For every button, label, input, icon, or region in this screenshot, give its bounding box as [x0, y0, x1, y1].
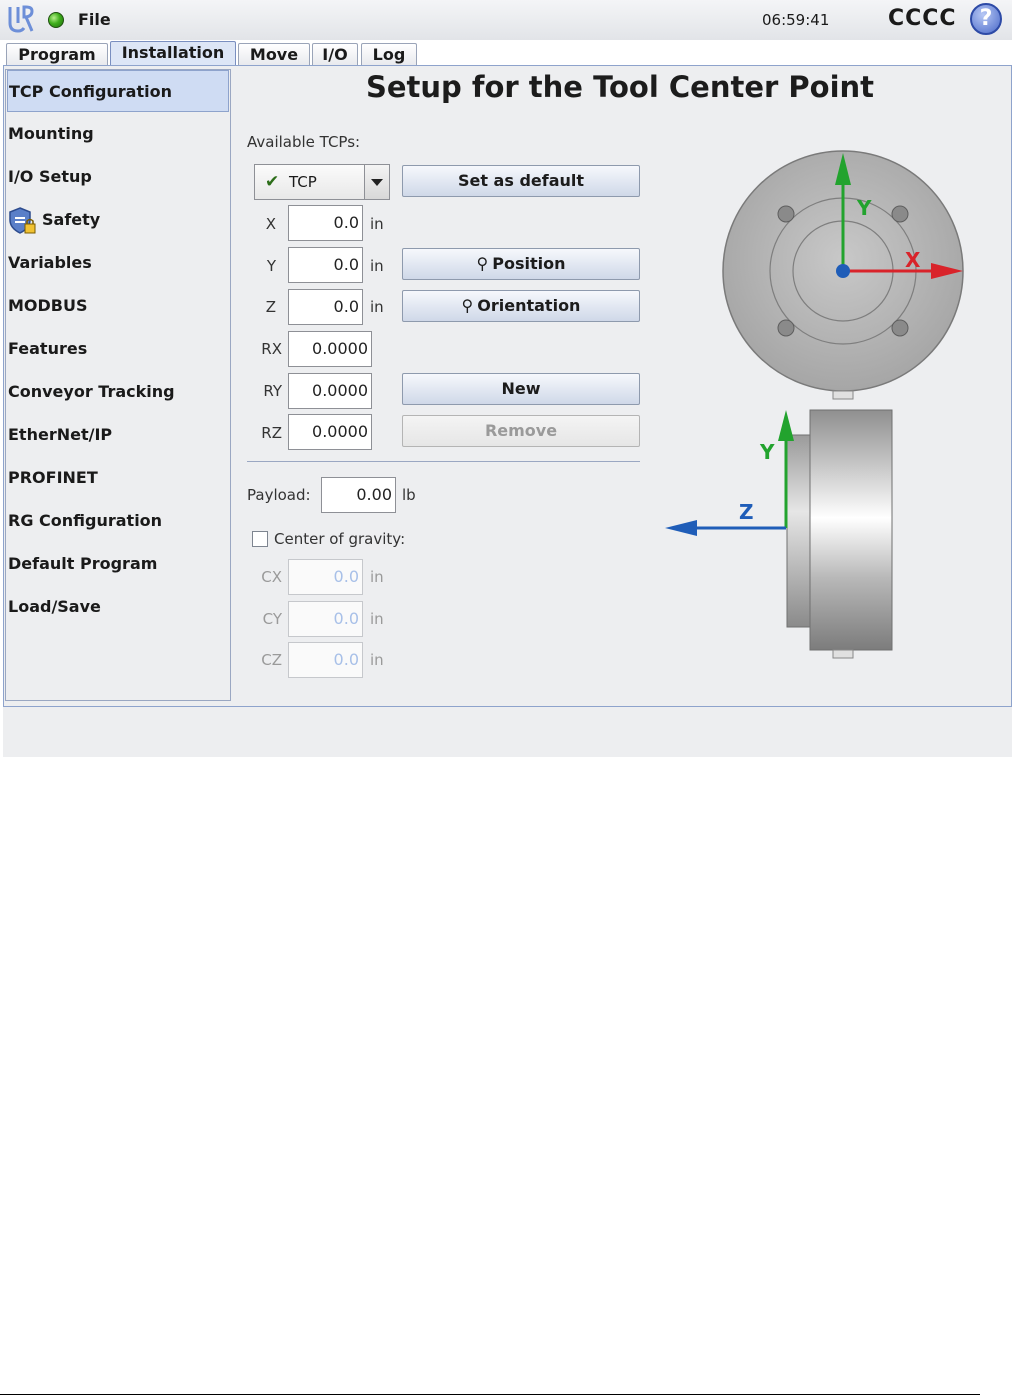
payload-input[interactable]: 0.00 [321, 477, 396, 513]
orientation-button-label: Orientation [477, 296, 581, 315]
clock: 06:59:41 [762, 11, 830, 29]
file-menu[interactable]: File [78, 10, 111, 29]
sidebar-item-load-save[interactable]: Load/Save [7, 586, 229, 628]
tcp-z-input[interactable]: 0.0 [288, 289, 363, 325]
sidebar-item-conveyor-tracking[interactable]: Conveyor Tracking [7, 371, 229, 413]
remove-tcp-button[interactable]: Remove [402, 415, 640, 447]
tab-log[interactable]: Log [361, 43, 417, 67]
tab-io[interactable]: I/O [312, 43, 358, 67]
installation-sidebar: TCP Configuration Mounting I/O Setup Saf… [5, 69, 231, 701]
cx-label: CX [261, 568, 282, 586]
sidebar-item-label: Mounting [8, 124, 94, 143]
center-of-gravity-label: Center of gravity: [274, 530, 406, 548]
tcp-dropdown-value: TCP [289, 173, 317, 191]
axis-y-side-label: Y [759, 440, 775, 464]
check-icon: ✔ [265, 172, 280, 192]
sidebar-item-label: Variables [8, 253, 92, 272]
tcp-x-input[interactable]: 0.0 [288, 205, 363, 241]
z-label: Z [265, 298, 276, 316]
cz-label: CZ [261, 651, 282, 669]
tab-program[interactable]: Program [6, 43, 108, 67]
tcp-rx-input[interactable]: 0.0000 [288, 331, 372, 367]
new-tcp-button[interactable]: New [402, 373, 640, 405]
axis-x-label: X [905, 248, 921, 272]
shield-lock-icon [9, 206, 36, 234]
rx-label: RX [261, 340, 282, 358]
axis-y-front-label: Y [856, 196, 872, 220]
cz-unit: in [370, 651, 384, 669]
chevron-down-icon[interactable] [364, 165, 389, 199]
y-unit: in [370, 257, 384, 275]
page-rule [0, 1394, 980, 1395]
sidebar-item-label: PROFINET [8, 468, 98, 487]
available-tcps-label: Available TCPs: [247, 133, 361, 151]
rz-label: RZ [261, 424, 282, 442]
position-button-label: Position [492, 254, 566, 273]
sidebar-item-safety[interactable]: Safety [7, 199, 229, 241]
magic-wand-icon: ⚲ [461, 296, 474, 315]
sidebar-item-label: RG Configuration [8, 511, 163, 530]
y-label: Y [266, 257, 276, 275]
main-tabs: Program Installation Move I/O Log [0, 40, 1012, 67]
axis-z-label: Z [739, 500, 754, 524]
tcp-rz-input[interactable]: 0.0000 [288, 414, 372, 450]
set-as-default-button[interactable]: Set as default [402, 165, 640, 197]
sidebar-item-label: Default Program [8, 554, 158, 573]
sidebar-item-label: MODBUS [8, 296, 88, 315]
sidebar-item-ethernet-ip[interactable]: EtherNet/IP [7, 414, 229, 456]
sidebar-item-rg-configuration[interactable]: RG Configuration [7, 500, 229, 542]
sidebar-item-label: Features [8, 339, 88, 358]
x-unit: in [370, 215, 384, 233]
sidebar-item-label: I/O Setup [8, 167, 92, 186]
sidebar-item-tcp-configuration[interactable]: TCP Configuration [7, 70, 229, 112]
z-unit: in [370, 298, 384, 316]
center-of-gravity-checkbox[interactable] [252, 531, 268, 547]
sidebar-item-variables[interactable]: Variables [7, 242, 229, 284]
payload-unit: lb [402, 486, 416, 504]
robot-status-icon[interactable] [48, 12, 64, 28]
sidebar-item-label: Load/Save [8, 597, 101, 616]
cy-label: CY [262, 610, 282, 628]
sidebar-item-default-program[interactable]: Default Program [7, 543, 229, 585]
magic-wand-icon: ⚲ [476, 254, 489, 273]
ur-logo-icon [8, 5, 34, 33]
sidebar-item-label: EtherNet/IP [8, 425, 113, 444]
page-title: Setup for the Tool Center Point [365, 70, 875, 104]
x-label: X [265, 215, 276, 233]
tab-installation[interactable]: Installation [110, 41, 236, 67]
sidebar-item-label: TCP Configuration [9, 82, 172, 101]
top-bar: File 06:59:41 CCCC ? [0, 0, 1012, 40]
tcp-dropdown[interactable]: ✔ TCP [254, 164, 390, 200]
help-icon[interactable]: ? [970, 3, 1002, 35]
payload-label: Payload: [247, 486, 311, 504]
tab-move[interactable]: Move [238, 43, 310, 67]
cog-cx-input[interactable]: 0.0 [288, 559, 363, 595]
sidebar-item-io-setup[interactable]: I/O Setup [7, 156, 229, 198]
orientation-button[interactable]: ⚲ Orientation [402, 290, 640, 322]
sidebar-item-mounting[interactable]: Mounting [7, 113, 229, 155]
sidebar-item-label: Safety [42, 210, 101, 229]
sidebar-item-features[interactable]: Features [7, 328, 229, 370]
tcp-ry-input[interactable]: 0.0000 [288, 373, 372, 409]
tcp-y-input[interactable]: 0.0 [288, 247, 363, 283]
tool-flange-diagram: Y X Y Z [665, 150, 964, 659]
section-divider [247, 461, 640, 462]
ry-label: RY [263, 382, 282, 400]
robot-name: CCCC [888, 6, 957, 31]
sidebar-item-modbus[interactable]: MODBUS [7, 285, 229, 327]
cx-unit: in [370, 568, 384, 586]
position-button[interactable]: ⚲ Position [402, 248, 640, 280]
bottom-bar [3, 707, 1012, 757]
sidebar-item-label: Conveyor Tracking [8, 382, 175, 401]
cog-cz-input[interactable]: 0.0 [288, 642, 363, 678]
cog-cy-input[interactable]: 0.0 [288, 601, 363, 637]
sidebar-item-profinet[interactable]: PROFINET [7, 457, 229, 499]
cy-unit: in [370, 610, 384, 628]
